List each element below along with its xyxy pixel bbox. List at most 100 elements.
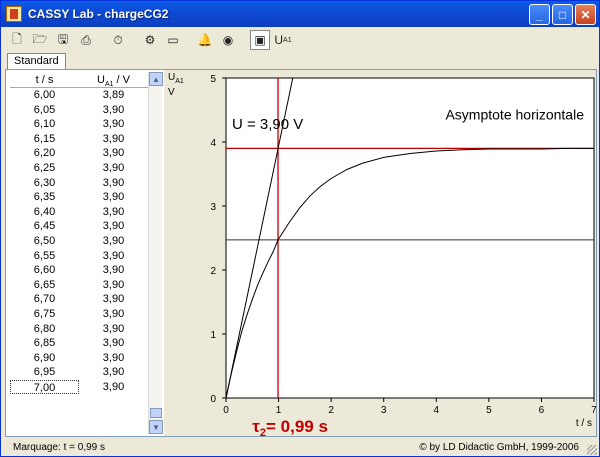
cell-voltage: 3,90	[102, 176, 125, 189]
main-client: t / s UA1 / V 6,00 3,89 6,05 3,90 6,10 3,90 6,…	[5, 69, 597, 439]
ua1-icon[interactable]: U A1	[273, 30, 293, 50]
cell-time: 7,00	[10, 379, 79, 395]
cell-time: 6,45	[33, 220, 56, 233]
table-row[interactable]: 6,65 3,90	[10, 278, 148, 293]
scroll-up-icon[interactable]: ▲	[149, 72, 163, 86]
cell-voltage: 3,90	[102, 249, 125, 262]
table-row[interactable]: 6,40 3,90	[10, 205, 148, 220]
table-row[interactable]: 6,80 3,90	[10, 322, 148, 337]
cell-voltage: 3,89	[102, 89, 125, 101]
cassy-app-icon	[6, 6, 22, 22]
x-tick-label: 0	[223, 405, 229, 416]
table-row[interactable]: 6,45 3,90	[10, 219, 148, 234]
chart-pane[interactable]: UA1 V 0 1 2 3 4 5 0 1 2 3 4 5 6 7 t / s U = 3,90 V Asymp…	[164, 70, 597, 439]
x-tick-label: 1	[276, 405, 282, 416]
scroll-thumb[interactable]	[150, 408, 162, 418]
table-row[interactable]: 6,35 3,90	[10, 190, 148, 205]
ua1-label: U	[274, 33, 284, 47]
cell-voltage: 3,90	[102, 278, 125, 291]
table-row[interactable]: 7,00 3,90	[10, 379, 148, 395]
col-header-u: UA1 / V	[96, 74, 131, 89]
cell-time: 6,70	[33, 293, 56, 306]
app-window: CASSY Lab - chargeCG2 _ □ ✕ 🗋 🗁 🖫 ⎙ ⏱ ⚙ …	[0, 0, 600, 457]
cell-time: 6,20	[33, 147, 56, 160]
cell-voltage: 3,90	[102, 264, 125, 277]
table-row[interactable]: 6,05 3,90	[10, 103, 148, 118]
data-table[interactable]: t / s UA1 / V 6,00 3,89 6,05 3,90 6,10 3,90 6,…	[10, 72, 148, 434]
annotation-tau: τ2= 0,99 s	[252, 417, 328, 436]
table-row[interactable]: 6,90 3,90	[10, 351, 148, 366]
cell-time: 6,30	[33, 176, 56, 189]
table-row[interactable]: 6,70 3,90	[10, 292, 148, 307]
cell-time: 6,10	[33, 118, 56, 131]
cell-voltage: 3,90	[102, 132, 125, 145]
timer-icon[interactable]: ⏱	[108, 30, 128, 50]
cell-voltage: 3,90	[102, 205, 125, 218]
y-tick-label: 2	[210, 266, 216, 277]
tab-standard[interactable]: Standard	[7, 53, 66, 69]
print-icon[interactable]: ⎙	[76, 30, 96, 50]
stop-icon[interactable]: ◉	[218, 30, 238, 50]
cell-time: 6,95	[33, 366, 56, 379]
cell-time: 6,55	[33, 249, 56, 262]
cell-time: 6,85	[33, 337, 56, 350]
chart-svg[interactable]: 0 1 2 3 4 5 0 1 2 3 4 5 6 7 t / s U = 3,90 V Asymptote h…	[164, 70, 597, 439]
cell-voltage: 3,90	[102, 118, 125, 131]
y-tick-label: 0	[210, 394, 216, 405]
ua1-sub: A1	[283, 36, 292, 44]
x-axis-label: t / s	[576, 418, 592, 429]
cell-voltage: 3,90	[102, 147, 125, 160]
y-tick-label: 1	[210, 330, 216, 341]
table-header: t / s UA1 / V	[10, 72, 148, 88]
window-icon[interactable]: ▣	[250, 30, 270, 50]
table-row[interactable]: 6,15 3,90	[10, 132, 148, 147]
maximize-button[interactable]: □	[552, 4, 573, 25]
status-marker: Marquage: t = 0,99 s	[13, 441, 106, 453]
col-header-t: t / s	[35, 74, 54, 86]
cell-time: 6,05	[33, 103, 56, 116]
table-row[interactable]: 6,95 3,90	[10, 365, 148, 380]
cell-voltage: 3,90	[102, 366, 125, 379]
resize-grip[interactable]	[587, 445, 597, 455]
title-bar[interactable]: CASSY Lab - chargeCG2 _ □ ✕	[1, 1, 599, 27]
table-row[interactable]: 6,00 3,89	[10, 88, 148, 103]
table-scrollbar[interactable]: ▲ ▼	[148, 72, 163, 434]
x-tick-label: 5	[486, 405, 492, 416]
scroll-down-icon[interactable]: ▼	[149, 420, 163, 434]
open-icon[interactable]: 🗁	[30, 30, 50, 50]
cell-voltage: 3,90	[102, 161, 125, 174]
cell-time: 6,25	[33, 161, 56, 174]
annotation-voltage: U = 3,90 V	[232, 116, 303, 133]
settings-icon[interactable]: ⚙	[140, 30, 160, 50]
minimize-button[interactable]: _	[529, 4, 550, 25]
bell-icon[interactable]: 🔔	[195, 30, 215, 50]
table-row[interactable]: 6,85 3,90	[10, 336, 148, 351]
cell-voltage: 3,90	[102, 234, 125, 247]
y-axis-label: UA1 V	[168, 72, 184, 98]
table-row[interactable]: 6,50 3,90	[10, 234, 148, 249]
x-tick-label: 3	[381, 405, 387, 416]
x-tick-label: 2	[328, 405, 334, 416]
cell-time: 6,15	[33, 132, 56, 145]
y-tick-label: 3	[210, 202, 216, 213]
table-row[interactable]: 6,55 3,90	[10, 249, 148, 264]
tab-row: Standard	[1, 53, 599, 69]
new-icon[interactable]: 🗋	[7, 30, 27, 50]
table-row[interactable]: 6,75 3,90	[10, 307, 148, 322]
table-row[interactable]: 6,30 3,90	[10, 176, 148, 191]
save-icon[interactable]: 🖫	[53, 30, 73, 50]
close-button[interactable]: ✕	[575, 4, 596, 25]
x-tick-label: 7	[591, 405, 596, 416]
cell-voltage: 3,90	[102, 337, 125, 350]
table-body: 6,00 3,89 6,05 3,90 6,10 3,90 6,15 3,90 6,20 3,90…	[10, 88, 148, 395]
table-row[interactable]: 6,60 3,90	[10, 263, 148, 278]
x-tick-label: 6	[539, 405, 545, 416]
table-row[interactable]: 6,20 3,90	[10, 146, 148, 161]
table-row[interactable]: 6,10 3,90	[10, 117, 148, 132]
display-icon[interactable]: ▭	[163, 30, 183, 50]
status-copyright: © by LD Didactic GmbH, 1999-2006	[419, 441, 579, 453]
cell-time: 6,50	[33, 234, 56, 247]
x-tick-label: 4	[434, 405, 440, 416]
cell-time: 6,35	[33, 191, 56, 204]
table-row[interactable]: 6,25 3,90	[10, 161, 148, 176]
